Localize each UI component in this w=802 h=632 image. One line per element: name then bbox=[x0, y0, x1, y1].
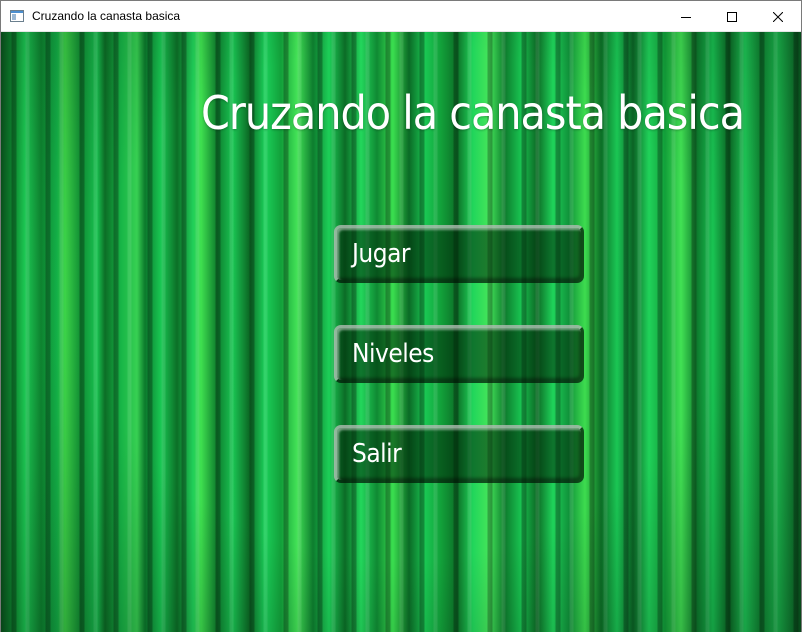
app-window-icon[interactable] bbox=[9, 8, 25, 24]
close-icon bbox=[772, 7, 784, 26]
maximize-button[interactable] bbox=[709, 1, 755, 31]
game-title: Cruzando la canasta basica bbox=[201, 86, 745, 140]
maximize-icon bbox=[727, 7, 737, 26]
niveles-label: Niveles bbox=[352, 339, 434, 369]
jugar-label: Jugar bbox=[352, 239, 411, 269]
minimize-icon bbox=[681, 7, 691, 26]
app-window: Cruzando la canasta basica Cruzando la c… bbox=[0, 0, 802, 632]
window-controls bbox=[663, 1, 801, 31]
minimize-button[interactable] bbox=[663, 1, 709, 31]
title-bar[interactable]: Cruzando la canasta basica bbox=[1, 1, 801, 32]
niveles-button[interactable]: Niveles bbox=[334, 325, 584, 383]
window-title: Cruzando la canasta basica bbox=[32, 9, 181, 23]
game-canvas: Cruzando la canasta basica Jugar Niveles… bbox=[1, 32, 801, 632]
close-button[interactable] bbox=[755, 1, 801, 31]
salir-label: Salir bbox=[352, 439, 402, 469]
jugar-button[interactable]: Jugar bbox=[334, 225, 584, 283]
salir-button[interactable]: Salir bbox=[334, 425, 584, 483]
